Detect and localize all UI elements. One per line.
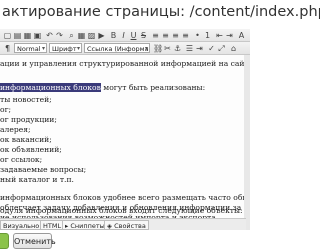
editor-line: информационных блоков могут быть реализо…: [0, 83, 206, 92]
chevron-down-icon: ▾: [41, 45, 45, 52]
list-item: ный каталог и т.п.: [0, 175, 74, 184]
new-doc-icon[interactable]: ▢: [3, 31, 12, 40]
anchor-icon[interactable]: ⚓: [173, 44, 182, 53]
align-center-icon[interactable]: ≡: [161, 31, 170, 40]
indent-icon[interactable]: ⇥: [225, 31, 234, 40]
image-icon[interactable]: ▨: [87, 31, 96, 40]
align-justify-icon[interactable]: ≡: [181, 31, 190, 40]
copy-icon[interactable]: ▦: [23, 31, 32, 40]
selected-text: информационных блоков: [0, 83, 101, 92]
toolbar-row-1: ▢ ▤ ▦ ▣ ↶ ↷ ⌕ ▦ ▨ ▶ B I U S ≡ ≡ ≡ ≡ • 1 …: [0, 29, 250, 42]
unlink-icon[interactable]: ✂: [163, 44, 172, 53]
list-item: ог ссылок;: [0, 155, 43, 164]
chevron-down-icon: ▾: [76, 45, 80, 52]
text-color-icon[interactable]: A: [237, 31, 246, 40]
source-icon[interactable]: ⌂: [229, 44, 238, 53]
footer: Отменить: [0, 230, 250, 250]
editor-line: одуля информационных блоков входят следу…: [0, 206, 243, 215]
table-icon[interactable]: ▦: [77, 31, 86, 40]
font-select[interactable]: Шрифт ▾: [49, 43, 82, 53]
editor-line: ации и управления структурированной инфо…: [0, 59, 246, 68]
style-select[interactable]: Normal ▾: [14, 43, 47, 53]
chevron-down-icon: ▾: [144, 45, 148, 52]
cancel-button[interactable]: Отменить: [13, 233, 56, 249]
list-icon[interactable]: ☰: [185, 44, 194, 53]
fullscreen-icon[interactable]: ⤢: [217, 44, 226, 53]
editor-scrollbar[interactable]: [244, 55, 250, 242]
spellcheck-icon[interactable]: ✓: [207, 44, 216, 53]
bullet-list-icon[interactable]: •: [193, 31, 202, 40]
media-icon[interactable]: ▶: [97, 31, 106, 40]
strikethrough-icon[interactable]: S: [139, 31, 148, 40]
page-title: актирование страницы: /content/index.php: [2, 4, 320, 20]
list-item: алерея;: [0, 125, 31, 134]
indent-more-icon[interactable]: ⇥: [195, 44, 204, 53]
bold-icon[interactable]: B: [109, 31, 118, 40]
toolbar-row-2: ¶ Normal▾ Шрифт▾ Ссылка (Информаци▾ ⛓ ✂ …: [0, 42, 250, 55]
tab-snippets[interactable]: ▸ Сниппеты: [62, 220, 108, 230]
italic-icon[interactable]: I: [119, 31, 128, 40]
tab-properties[interactable]: ◈ Свойства: [104, 220, 149, 230]
list-item: ок вакансий;: [0, 135, 52, 144]
align-right-icon[interactable]: ≡: [171, 31, 180, 40]
editor-line: информационных блоков удобнее всего разм…: [0, 193, 246, 202]
redo-icon[interactable]: ↷: [55, 31, 64, 40]
list-item: задаваемые вопросы;: [0, 165, 87, 174]
numbered-list-icon[interactable]: 1: [203, 31, 212, 40]
list-item: ог продукции;: [0, 115, 57, 124]
list-item: ты новостей;: [0, 95, 52, 104]
align-left-icon[interactable]: ≡: [151, 31, 160, 40]
undo-icon[interactable]: ↶: [45, 31, 54, 40]
class-select[interactable]: Ссылка (Информаци▾: [84, 43, 150, 53]
page-title-bar: актирование страницы: /content/index.php: [0, 0, 320, 28]
tab-html[interactable]: HTML: [40, 220, 65, 230]
underline-icon[interactable]: U: [129, 31, 138, 40]
paste-icon[interactable]: ▣: [33, 31, 42, 40]
link-icon[interactable]: ⛓: [153, 44, 163, 53]
paragraph-icon[interactable]: ¶: [3, 44, 12, 53]
tab-visual[interactable]: Визуально: [0, 220, 43, 230]
list-item: ог;: [0, 105, 12, 114]
list-item: ок объявлений;: [0, 145, 62, 154]
open-icon[interactable]: ▤: [13, 31, 22, 40]
outdent-icon[interactable]: ⇤: [215, 31, 224, 40]
find-icon[interactable]: ⌕: [67, 31, 76, 40]
save-button[interactable]: [0, 233, 9, 249]
